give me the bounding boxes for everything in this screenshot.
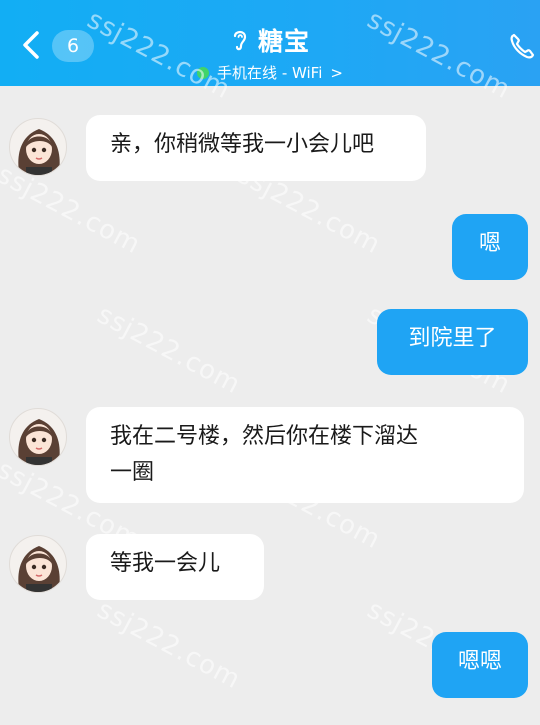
chat-screen: 6 糖宝 手机在线 - WiFi > ssj222.com ssj222.com…	[0, 0, 540, 725]
online-status-text: 手机在线 - WiFi	[217, 64, 323, 82]
avatar-illustration-icon	[18, 419, 60, 465]
avatar-illustration-icon	[18, 129, 60, 175]
message-text: 等我一会儿	[110, 551, 221, 576]
message-bubble-incoming[interactable]: 等我一会儿	[86, 534, 264, 600]
avatar-illustration-icon	[18, 546, 60, 592]
message-bubble-incoming[interactable]: 亲，你稍微等我一小会儿吧	[86, 115, 426, 181]
contact-name: 糖宝	[257, 27, 310, 56]
message-text: 嗯嗯	[457, 649, 502, 674]
chevron-right-icon: >	[330, 63, 343, 82]
message-text-line: 我在二号楼，然后你在楼下溜达	[110, 424, 419, 449]
message-text: 到院里了	[408, 326, 497, 351]
message-text-line: 一圈	[110, 460, 155, 485]
phone-call-button[interactable]	[506, 30, 540, 64]
message-bubble-outgoing[interactable]: 嗯嗯	[432, 632, 528, 698]
chat-header: 6 糖宝 手机在线 - WiFi >	[0, 0, 540, 86]
watermark-text: ssj222.com	[92, 594, 246, 696]
contact-avatar[interactable]	[9, 408, 67, 466]
contact-avatar[interactable]	[9, 118, 67, 176]
phone-icon	[510, 33, 535, 59]
message-bubble-incoming[interactable]: 我在二号楼，然后你在楼下溜达 一圈	[86, 407, 524, 503]
message-text: 亲，你稍微等我一小会儿吧	[110, 132, 375, 157]
message-bubble-outgoing[interactable]: 嗯	[452, 214, 528, 280]
watermark-text: ssj222.com	[92, 299, 246, 401]
message-bubble-outgoing[interactable]: 到院里了	[377, 309, 528, 375]
header-title-area[interactable]: 糖宝 手机在线 - WiFi >	[0, 22, 540, 83]
contact-avatar[interactable]	[9, 535, 67, 593]
message-text: 嗯	[478, 231, 501, 256]
ear-icon	[233, 30, 247, 51]
online-status-dot	[197, 66, 210, 79]
